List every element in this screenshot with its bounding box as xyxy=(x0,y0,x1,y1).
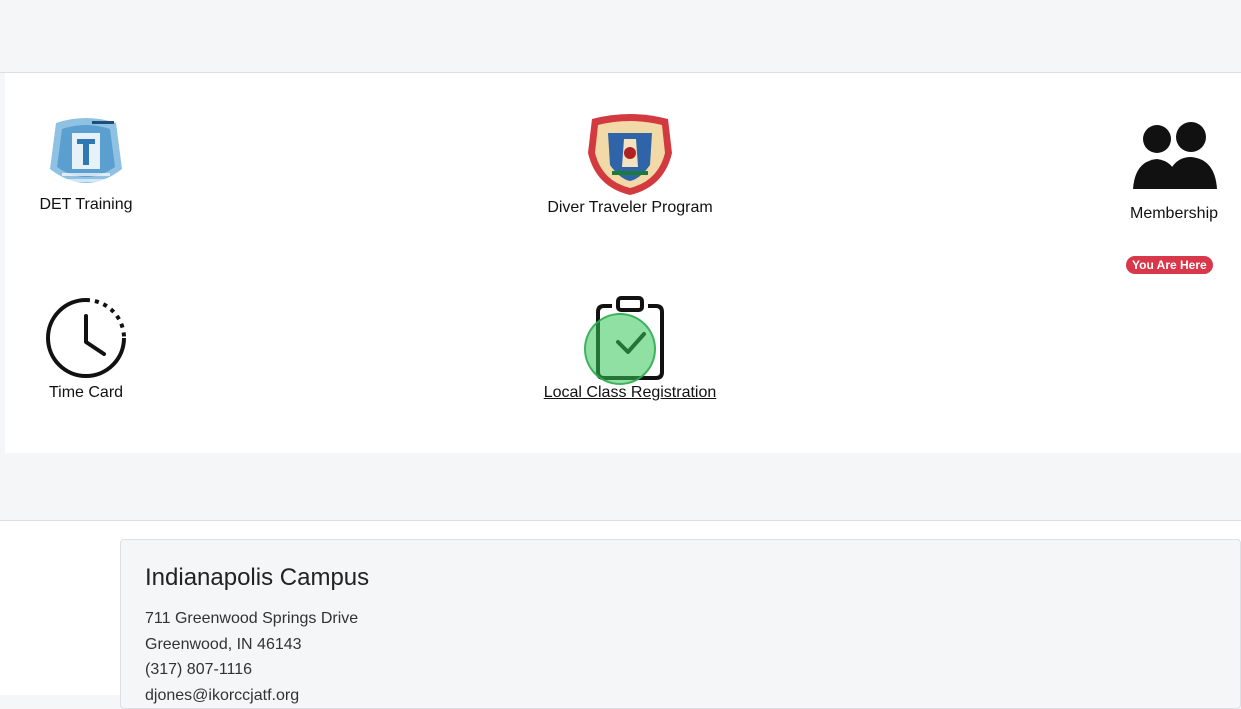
campus-address-line-1: 711 Greenwood Springs Drive xyxy=(145,610,359,627)
tile-diver-traveler-program-label: Diver Traveler Program xyxy=(547,199,713,216)
tile-membership-label: Membership xyxy=(1129,205,1219,222)
tile-local-class-registration-label[interactable]: Local Class Registration xyxy=(520,384,740,402)
campus-email[interactable]: djones@ikorccjatf.org xyxy=(145,687,299,705)
tile-det-training[interactable]: DET Training xyxy=(30,113,142,214)
campus-title: Indianapolis Campus xyxy=(145,564,370,591)
tile-membership[interactable]: Membership xyxy=(1118,121,1230,223)
tile-det-training-label: DET Training xyxy=(39,196,133,213)
tile-diver-traveler-program[interactable]: Diver Traveler Program xyxy=(530,113,730,217)
campus-phone: (317) 807-1116 xyxy=(145,661,253,678)
tile-time-card[interactable]: Time Card xyxy=(30,296,142,402)
union-shield-logo-icon xyxy=(584,113,676,197)
you-are-here-badge: You Are Here xyxy=(1126,256,1213,274)
campus-address-line-2: Greenwood, IN 46143 xyxy=(145,636,302,653)
det-wordcloud-logo-icon xyxy=(48,113,124,193)
campus-info-card: Indianapolis Campus 711 Greenwood Spring… xyxy=(120,539,1241,709)
middle-band xyxy=(0,453,1241,521)
people-icon xyxy=(1131,121,1217,191)
top-band xyxy=(0,0,1241,73)
clipboard-check-icon xyxy=(590,296,670,380)
tile-time-card-label: Time Card xyxy=(48,384,124,401)
tile-local-class-registration[interactable]: Local Class Registration xyxy=(520,296,740,402)
clock-icon xyxy=(44,296,128,380)
